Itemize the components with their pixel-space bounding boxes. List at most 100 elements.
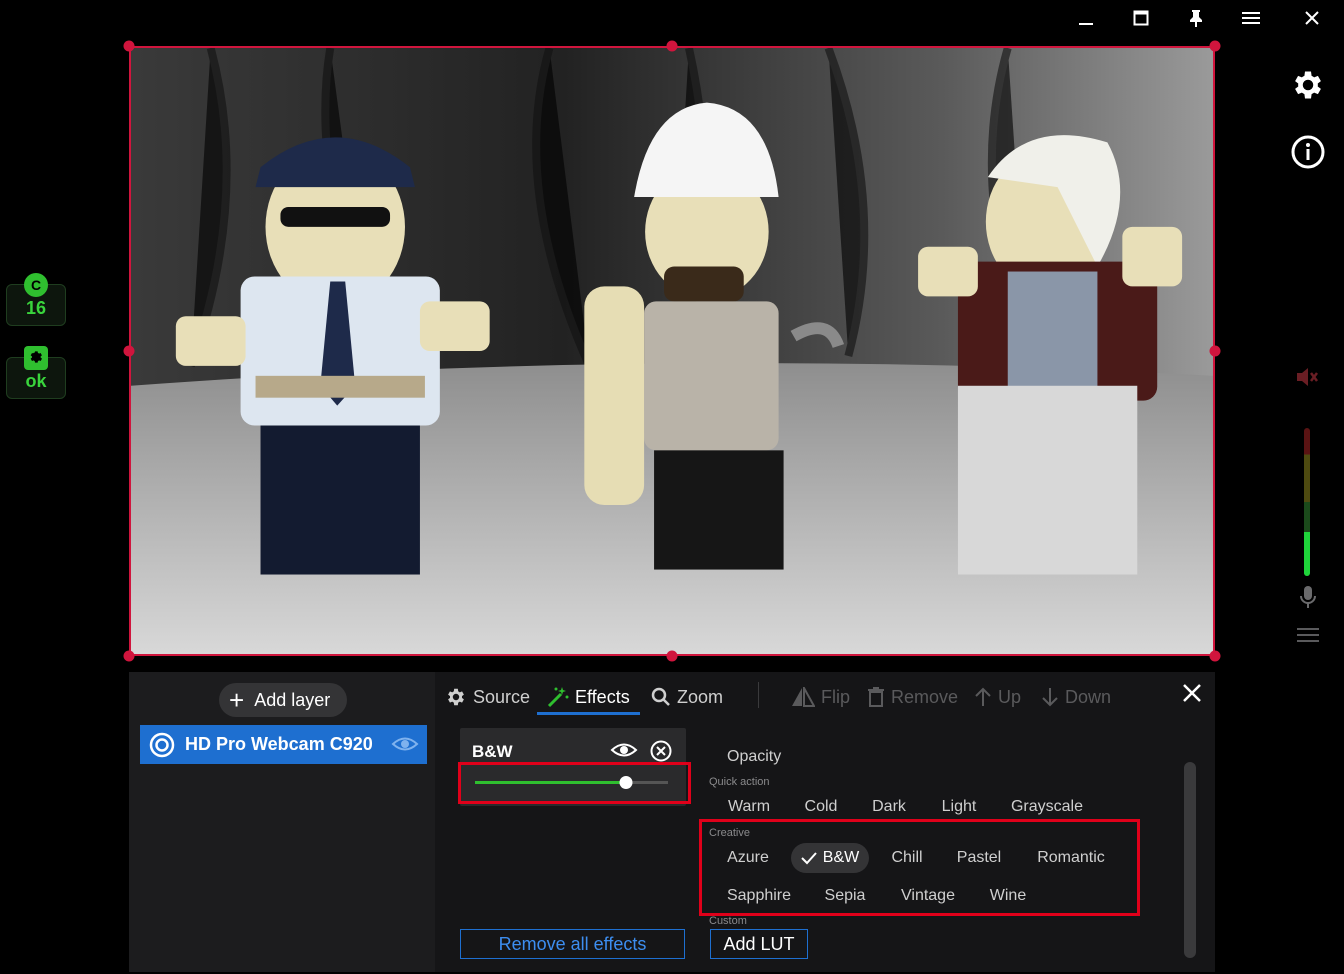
layer-visibility-eye-icon[interactable] bbox=[391, 733, 419, 755]
quick-action-label: Quick action bbox=[709, 776, 770, 788]
layer-item-label: HD Pro Webcam C920 bbox=[185, 734, 373, 754]
hamburger-icon bbox=[1297, 628, 1319, 642]
tab-zoom[interactable]: Zoom bbox=[651, 680, 723, 714]
webcam-image bbox=[131, 48, 1213, 654]
speaker-muted-icon bbox=[1297, 368, 1318, 386]
move-up-button[interactable]: Up bbox=[974, 680, 1021, 714]
opacity-label: Opacity bbox=[727, 748, 782, 765]
filter-chip-selected[interactable]: B&W bbox=[791, 843, 869, 873]
gear-icon bbox=[448, 688, 464, 706]
info-button[interactable] bbox=[1289, 133, 1327, 171]
resize-handle[interactable] bbox=[123, 345, 135, 357]
custom-label: Custom bbox=[709, 915, 747, 927]
filters-scrollbar[interactable] bbox=[1184, 762, 1196, 958]
cpu-badge: C 16 bbox=[6, 273, 66, 326]
audio-level-meter bbox=[1304, 428, 1310, 576]
filter-chip[interactable]: Vintage bbox=[889, 881, 967, 911]
toolbar-divider bbox=[758, 682, 759, 708]
tab-effects[interactable]: Effects bbox=[547, 680, 630, 714]
maximize-button[interactable] bbox=[1121, 4, 1161, 32]
tab-source[interactable]: Source bbox=[445, 680, 530, 714]
minimize-button[interactable] bbox=[1066, 4, 1106, 32]
minimize-icon bbox=[1079, 23, 1093, 25]
filter-chip[interactable]: Cold bbox=[793, 792, 849, 822]
add-layer-label: Add layer bbox=[254, 689, 331, 710]
close-icon bbox=[1183, 684, 1201, 702]
info-icon bbox=[1291, 135, 1325, 169]
checkmark-icon bbox=[801, 852, 817, 865]
resize-handle[interactable] bbox=[666, 650, 678, 662]
trash-icon bbox=[868, 687, 884, 707]
gear-badge-icon bbox=[24, 346, 48, 370]
intensity-slider[interactable] bbox=[458, 762, 691, 804]
settings-button[interactable] bbox=[1289, 66, 1327, 104]
tab-zoom-label: Zoom bbox=[677, 686, 724, 707]
menu-icon bbox=[1242, 12, 1260, 24]
pin-button[interactable] bbox=[1176, 4, 1216, 32]
status-value: ok bbox=[25, 371, 47, 391]
remove-effect-icon[interactable] bbox=[650, 740, 672, 762]
gear-icon bbox=[1295, 71, 1321, 99]
slider-fill bbox=[475, 781, 626, 784]
tab-effects-label: Effects bbox=[575, 686, 630, 707]
resize-handle[interactable] bbox=[1209, 40, 1221, 52]
menu-button[interactable] bbox=[1231, 4, 1271, 32]
resize-handle[interactable] bbox=[1209, 650, 1221, 662]
tab-source-label: Source bbox=[473, 686, 531, 707]
filter-chip[interactable]: Azure bbox=[715, 843, 781, 873]
filter-chip[interactable]: Dark bbox=[861, 792, 917, 822]
filter-chip[interactable]: Sapphire bbox=[715, 881, 803, 911]
active-tab-indicator bbox=[537, 712, 640, 715]
remove-button[interactable]: Remove bbox=[867, 680, 958, 714]
close-button[interactable] bbox=[1292, 4, 1332, 32]
plus-icon: + bbox=[229, 685, 245, 715]
filter-chip[interactable]: Warm bbox=[715, 792, 783, 822]
layer-item[interactable]: HD Pro Webcam C920 bbox=[140, 725, 427, 764]
resize-handle[interactable] bbox=[1209, 345, 1221, 357]
layer-panel: + Add layer HD Pro Webcam C920 Source Ef… bbox=[129, 672, 1215, 972]
filter-chip[interactable]: Chill bbox=[879, 843, 935, 873]
add-lut-button[interactable]: Add LUT bbox=[710, 929, 808, 959]
add-layer-button[interactable]: + Add layer bbox=[219, 683, 347, 717]
arrow-up-icon bbox=[975, 687, 991, 706]
flip-icon bbox=[792, 687, 815, 707]
slider-thumb[interactable] bbox=[619, 776, 633, 789]
audio-menu-button[interactable] bbox=[1296, 626, 1320, 644]
layers-list: + Add layer HD Pro Webcam C920 bbox=[129, 672, 435, 972]
filter-chip[interactable]: Pastel bbox=[945, 843, 1013, 873]
resize-handle[interactable] bbox=[123, 650, 135, 662]
filter-chip-label: B&W bbox=[822, 849, 860, 866]
filter-chip[interactable]: Sepia bbox=[813, 881, 877, 911]
move-down-label: Down bbox=[1065, 686, 1112, 707]
status-badge: ok bbox=[6, 346, 66, 399]
microphone-button[interactable] bbox=[1296, 584, 1320, 610]
close-icon bbox=[1305, 11, 1319, 25]
camera-preview[interactable] bbox=[129, 46, 1215, 656]
audio-level-fill bbox=[1304, 531, 1310, 576]
microphone-icon bbox=[1300, 586, 1316, 608]
flip-label: Flip bbox=[821, 686, 851, 707]
filter-chip[interactable]: Romantic bbox=[1025, 843, 1117, 873]
move-down-button[interactable]: Down bbox=[1041, 680, 1111, 714]
filter-chip[interactable]: Grayscale bbox=[1001, 792, 1093, 822]
pin-icon bbox=[1190, 10, 1202, 27]
slider-track bbox=[475, 776, 668, 789]
effect-card-title: B&W bbox=[472, 742, 513, 761]
filter-chip[interactable]: Light bbox=[927, 792, 991, 822]
move-up-label: Up bbox=[998, 686, 1022, 707]
remove-label: Remove bbox=[891, 686, 959, 707]
magic-wand-icon bbox=[547, 687, 569, 708]
effect-visibility-eye-icon[interactable] bbox=[610, 740, 638, 760]
mute-button[interactable] bbox=[1294, 364, 1322, 390]
cpu-value: 16 bbox=[25, 298, 47, 318]
resize-handle[interactable] bbox=[666, 40, 678, 52]
filter-chip[interactable]: Wine bbox=[979, 881, 1037, 911]
close-panel-button[interactable] bbox=[1181, 682, 1205, 706]
arrow-down-icon bbox=[1042, 688, 1058, 707]
search-icon bbox=[651, 687, 670, 706]
resize-handle[interactable] bbox=[123, 40, 135, 52]
cpu-badge-icon: C bbox=[24, 273, 48, 297]
maximize-icon bbox=[1133, 10, 1149, 26]
remove-all-effects-button[interactable]: Remove all effects bbox=[460, 929, 685, 959]
flip-button[interactable]: Flip bbox=[791, 680, 850, 714]
